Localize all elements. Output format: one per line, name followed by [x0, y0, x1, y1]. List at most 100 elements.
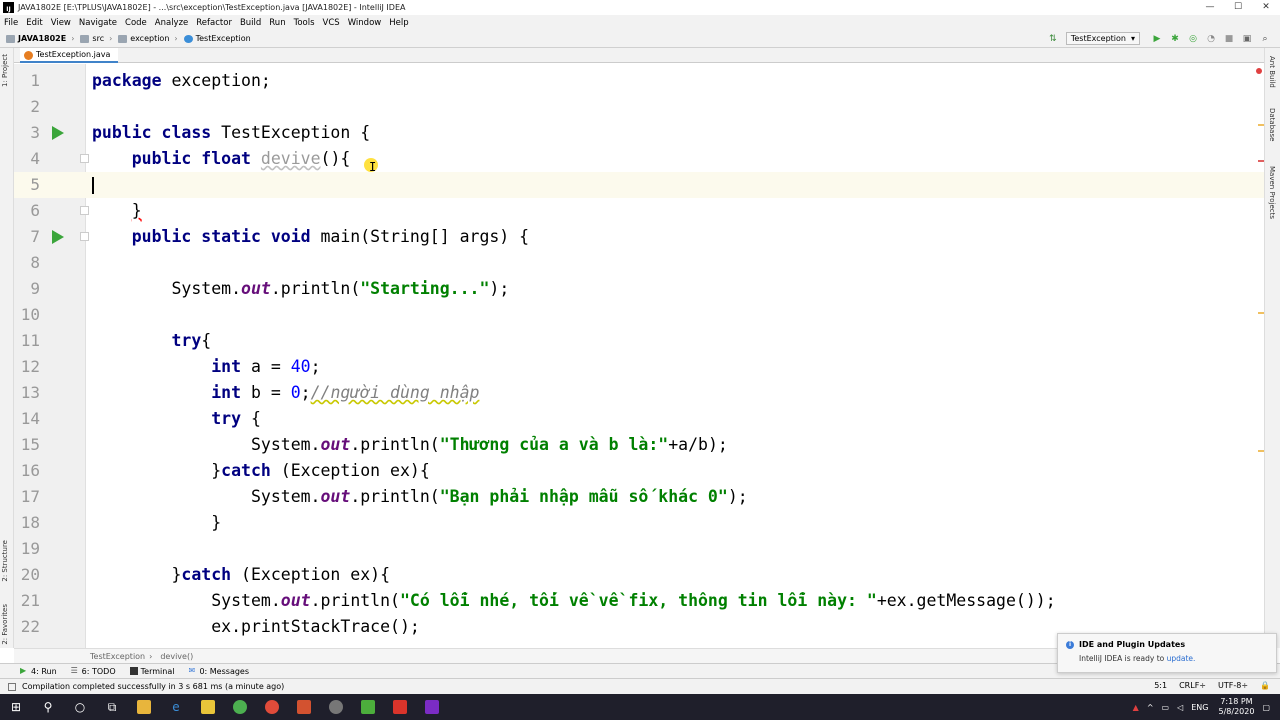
code-line[interactable]: 6 }: [14, 198, 1264, 224]
windows-start-icon[interactable]: ⊞: [0, 694, 32, 720]
favorites-tool-button[interactable]: 2: Favorites: [1, 604, 9, 645]
code-crumb-class[interactable]: TestException: [90, 652, 145, 661]
ant-build-tool-button[interactable]: Ant Build: [1268, 56, 1276, 88]
network-icon[interactable]: ▭: [1162, 703, 1170, 712]
menu-refactor[interactable]: Refactor: [196, 18, 232, 28]
structure-tool-button[interactable]: 2: Structure: [1, 540, 9, 582]
menu-tools[interactable]: Tools: [294, 18, 315, 28]
media-player-icon[interactable]: [320, 694, 352, 720]
chrome-icon[interactable]: [224, 694, 256, 720]
chrome-profile-icon[interactable]: [256, 694, 288, 720]
task-view-icon[interactable]: ⧉: [96, 694, 128, 720]
search-icon[interactable]: ⚲: [32, 694, 64, 720]
encoding-widget[interactable]: UTF-8÷: [1218, 681, 1248, 690]
status-icon[interactable]: [8, 682, 16, 691]
line-separator-widget[interactable]: CRLF÷: [1179, 681, 1206, 690]
maven-tool-button[interactable]: Maven Projects: [1268, 166, 1276, 219]
profile-icon[interactable]: ◔: [1206, 34, 1216, 44]
menu-window[interactable]: Window: [348, 18, 382, 28]
cortana-icon[interactable]: ○: [64, 694, 96, 720]
tab-testexception-java[interactable]: TestException.java: [20, 48, 119, 63]
error-stripe[interactable]: [1258, 64, 1264, 648]
menu-analyze[interactable]: Analyze: [155, 18, 189, 28]
code-crumb-method[interactable]: devive(): [160, 652, 193, 661]
powerpoint-icon[interactable]: [288, 694, 320, 720]
run-gutter-icon[interactable]: [52, 230, 64, 244]
menu-code[interactable]: Code: [125, 18, 147, 28]
code-line[interactable]: 13 int b = 0;//người dùng nhập: [14, 380, 1264, 406]
code-line[interactable]: 3 public class TestException {: [14, 120, 1264, 146]
run-config-select[interactable]: TestException ▾: [1065, 32, 1140, 45]
code-line[interactable]: 4 public float devive(){: [14, 146, 1264, 172]
taskbar-clock[interactable]: 7:18 PM 5/8/2020: [1219, 697, 1255, 717]
code-line[interactable]: 19: [14, 536, 1264, 562]
sticky-notes-icon[interactable]: [192, 694, 224, 720]
project-structure-icon[interactable]: ▣: [1242, 34, 1252, 44]
database-tool-button[interactable]: Database: [1268, 108, 1276, 141]
menu-vcs[interactable]: VCS: [323, 18, 340, 28]
update-notification[interactable]: i IDE and Plugin Updates IntelliJ IDEA i…: [1057, 633, 1277, 673]
intellij-taskbar-icon[interactable]: [416, 694, 448, 720]
fold-icon[interactable]: [80, 154, 89, 163]
search-icon[interactable]: ⌕: [1260, 34, 1270, 44]
crumb-project[interactable]: JAVA1802E ›: [6, 34, 74, 43]
tray-app-icon[interactable]: ▲: [1133, 703, 1139, 712]
tool-run-button[interactable]: ▶ 4: Run: [20, 667, 57, 676]
tool-todo-button[interactable]: ☰ 6: TODO: [71, 667, 116, 676]
code-line[interactable]: 18 }: [14, 510, 1264, 536]
volume-icon[interactable]: ◁: [1177, 703, 1183, 712]
project-tool-button[interactable]: 1: Project: [1, 54, 9, 87]
update-link[interactable]: update.: [1167, 654, 1196, 663]
run-gutter-icon[interactable]: [52, 126, 64, 140]
menu-run[interactable]: Run: [269, 18, 285, 28]
tool-terminal-button[interactable]: Terminal: [129, 667, 174, 676]
code-line[interactable]: 10: [14, 302, 1264, 328]
tool-messages-button[interactable]: ✉ 0: Messages: [188, 667, 249, 676]
language-indicator[interactable]: ENG: [1191, 703, 1208, 712]
minimize-button[interactable]: —: [1196, 0, 1224, 15]
close-button[interactable]: ✕: [1252, 0, 1280, 15]
debug-icon[interactable]: ✱: [1170, 34, 1180, 44]
menu-edit[interactable]: Edit: [26, 18, 42, 28]
menu-build[interactable]: Build: [240, 18, 261, 28]
recorder-icon[interactable]: [384, 694, 416, 720]
code-line[interactable]: 9 System.out.println("Starting...");: [14, 276, 1264, 302]
file-explorer-icon[interactable]: [128, 694, 160, 720]
tray-expand-icon[interactable]: ^: [1147, 703, 1154, 712]
crumb-exception[interactable]: exception ›: [118, 34, 178, 43]
edge-icon[interactable]: e: [160, 694, 192, 720]
code-line[interactable]: 17 System.out.println("Bạn phải nhập mẫu…: [14, 484, 1264, 510]
code-line[interactable]: 8: [14, 250, 1264, 276]
lock-icon[interactable]: 🔒: [1260, 681, 1270, 690]
menu-file[interactable]: File: [4, 18, 18, 28]
maximize-button[interactable]: ☐: [1224, 0, 1252, 15]
code-line[interactable]: 2: [14, 94, 1264, 120]
caret-position[interactable]: 5:1: [1154, 681, 1167, 690]
run-icon[interactable]: ▶: [1152, 34, 1162, 44]
code-line[interactable]: 14 try {: [14, 406, 1264, 432]
fold-icon[interactable]: [80, 206, 89, 215]
menu-view[interactable]: View: [51, 18, 71, 28]
fold-icon[interactable]: [80, 232, 89, 241]
notification-center-icon[interactable]: ▢: [1262, 703, 1270, 712]
code-editor[interactable]: 1 package exception; 2 3 public class Te…: [14, 64, 1264, 648]
code-line[interactable]: 16 }catch (Exception ex){: [14, 458, 1264, 484]
code-line[interactable]: 20 }catch (Exception ex){: [14, 562, 1264, 588]
crumb-class[interactable]: TestException: [183, 34, 251, 43]
stop-icon[interactable]: ■: [1224, 34, 1234, 44]
menu-navigate[interactable]: Navigate: [79, 18, 117, 28]
camtasia-icon[interactable]: [352, 694, 384, 720]
build-icon[interactable]: ⇅: [1048, 34, 1058, 44]
code-line-current[interactable]: 5: [14, 172, 1264, 198]
status-message[interactable]: Compilation completed successfully in 3 …: [22, 682, 284, 691]
code-line[interactable]: 1 package exception;: [14, 68, 1264, 94]
coverage-icon[interactable]: ◎: [1188, 34, 1198, 44]
crumb-src[interactable]: src ›: [80, 34, 112, 43]
menu-help[interactable]: Help: [389, 18, 408, 28]
code-line[interactable]: 11 try{: [14, 328, 1264, 354]
code-line[interactable]: 15 System.out.println("Thương của a và b…: [14, 432, 1264, 458]
code-line[interactable]: 7 public static void main(String[] args)…: [14, 224, 1264, 250]
code-line[interactable]: 12 int a = 40;: [14, 354, 1264, 380]
code-text: public class TestException {: [92, 123, 371, 142]
code-line[interactable]: 21 System.out.println("Có lỗi nhé, tối v…: [14, 588, 1264, 614]
